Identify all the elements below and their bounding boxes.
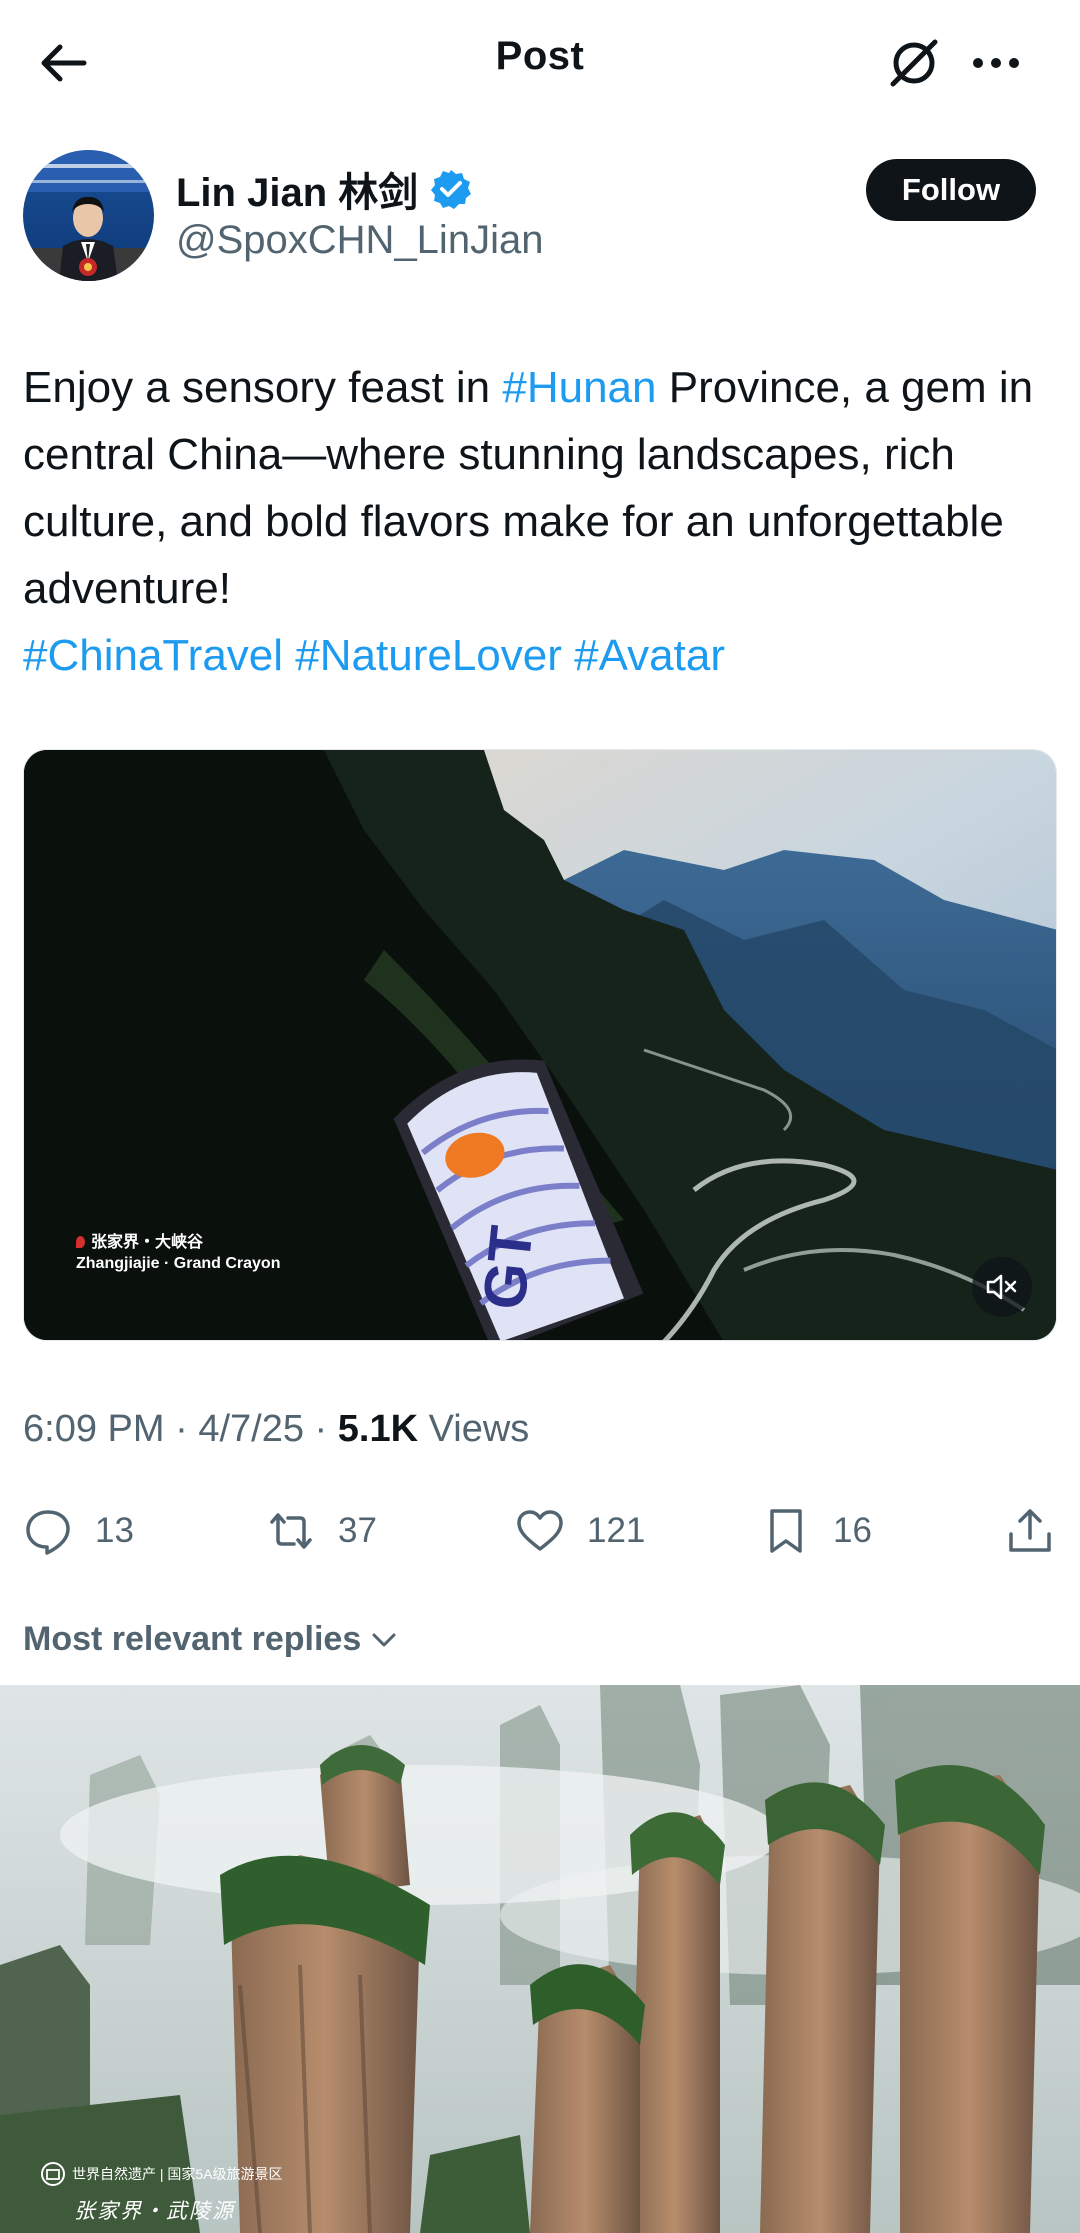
action-bar: 13 37 121 16 (0, 1500, 1080, 1562)
repost-icon (270, 1513, 312, 1549)
like-count: 121 (587, 1511, 646, 1550)
reply-icon (26, 1510, 70, 1555)
post-text-segment: Enjoy a sensory feast in (23, 363, 503, 412)
more-button[interactable] (968, 36, 1024, 90)
hashtag-link[interactable]: #Hunan (502, 363, 656, 412)
hashtag-link[interactable]: #Avatar (574, 631, 725, 680)
post-date[interactable]: 4/7/25 (198, 1408, 304, 1450)
post-video[interactable]: GT 张家界・大峡谷 Zhangjiajie · Grand Crayon (23, 749, 1057, 1341)
author-handle[interactable]: @SpoxCHN_LinJian (176, 218, 543, 263)
author-name-text: Lin Jian 林剑 (176, 171, 419, 215)
verified-badge-icon (431, 170, 472, 209)
replies-sort-label: Most relevant replies (23, 1620, 362, 1658)
heart-icon (517, 1510, 563, 1551)
author-name[interactable]: Lin Jian 林剑 (176, 160, 472, 218)
reply-button[interactable]: 13 (23, 1500, 134, 1562)
views-label: Views (428, 1408, 530, 1450)
reply-image-watermark: 世界自然遗产 | 国家5A级旅游景区 张家界・武陵源 (40, 2161, 283, 2225)
bookmark-count: 16 (833, 1511, 872, 1550)
watermark-line1: 世界自然遗产 | 国家5A级旅游景区 (72, 2166, 283, 2182)
chevron-down-icon (372, 1633, 396, 1646)
share-button[interactable] (1005, 1500, 1055, 1562)
repost-button[interactable]: 37 (266, 1500, 377, 1562)
post-text: Enjoy a sensory feast in #Hunan Province… (23, 354, 1053, 689)
more-icon (973, 58, 1019, 68)
grok-button[interactable] (884, 34, 944, 92)
hashtag-link[interactable]: #NatureLover (295, 631, 562, 680)
post-time[interactable]: 6:09 PM (23, 1408, 165, 1450)
watermark-line2: 张家界・武陵源 (74, 2199, 235, 2223)
like-button[interactable]: 121 (515, 1500, 645, 1562)
avatar[interactable] (23, 150, 154, 281)
video-caption-cn: 张家界・大峡谷 (91, 1234, 204, 1251)
speaker-muted-icon (986, 1274, 1017, 1300)
bookmark-icon (770, 1509, 802, 1553)
post-meta: 6:09 PM · 4/7/25 · 5.1K Views (23, 1408, 529, 1451)
follow-button[interactable]: Follow (866, 159, 1036, 221)
reply-count: 13 (95, 1511, 134, 1550)
video-caption: 张家界・大峡谷 Zhangjiajie · Grand Crayon (76, 1232, 280, 1274)
reply-image[interactable]: 世界自然遗产 | 国家5A级旅游景区 张家界・武陵源 (0, 1685, 1080, 2233)
repost-count: 37 (338, 1511, 377, 1550)
meta-separator: · (175, 1408, 188, 1450)
svg-text:GT: GT (470, 1223, 545, 1313)
hashtag-link[interactable]: #ChinaTravel (23, 631, 283, 680)
top-bar: Post (0, 0, 1080, 125)
replies-sort-dropdown[interactable]: Most relevant replies (23, 1620, 399, 1659)
grok-icon (890, 39, 938, 87)
mute-button[interactable] (972, 1257, 1032, 1317)
video-caption-en: Zhangjiajie · Grand Crayon (76, 1255, 281, 1272)
bookmark-button[interactable]: 16 (761, 1500, 872, 1562)
location-pin-icon (76, 1236, 85, 1248)
views-count[interactable]: 5.1K (338, 1408, 418, 1450)
share-icon (1009, 1509, 1051, 1552)
heritage-logo-icon (41, 2162, 65, 2186)
meta-separator: · (314, 1408, 328, 1450)
